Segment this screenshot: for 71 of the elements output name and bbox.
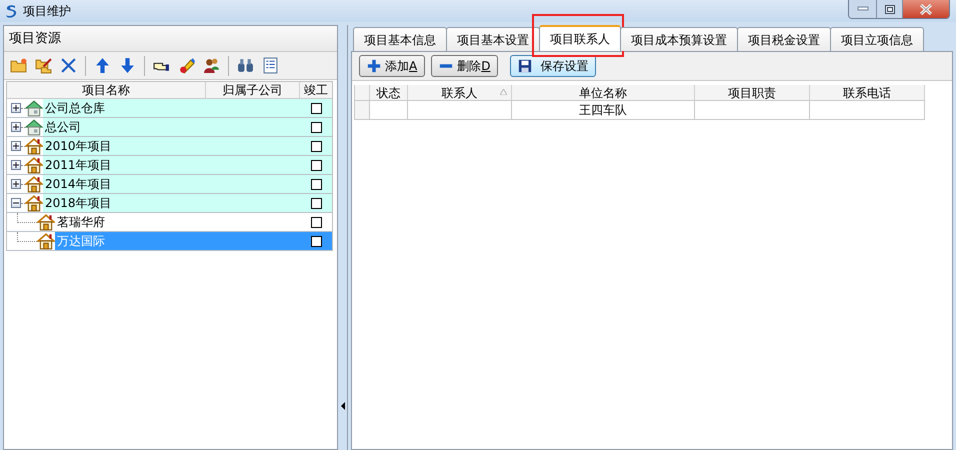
tree-item[interactable]: 2014年项目 xyxy=(43,175,206,193)
checkbox[interactable] xyxy=(310,198,322,208)
tree-item[interactable]: 2010年项目 xyxy=(43,137,206,155)
save-button[interactable]: 保存设置 xyxy=(510,55,596,77)
house-icon xyxy=(37,213,55,231)
tab[interactable]: 项目成本预算设置 xyxy=(620,27,738,51)
checkbox[interactable] xyxy=(310,122,322,132)
plus-icon xyxy=(13,162,19,168)
expand-toggle[interactable] xyxy=(11,179,21,189)
list-icon[interactable] xyxy=(262,57,279,74)
column-header: 联系人 xyxy=(442,86,478,100)
add-button[interactable]: 添加A xyxy=(359,55,426,77)
minimize-icon xyxy=(856,6,868,12)
checkbox[interactable] xyxy=(310,102,322,114)
pencil-icon[interactable] xyxy=(178,57,195,74)
close-button[interactable] xyxy=(903,0,949,18)
house-icon xyxy=(25,175,43,193)
plus-icon xyxy=(13,105,19,111)
column-header: 联系电话 xyxy=(843,86,891,100)
expand-toggle[interactable] xyxy=(11,103,21,113)
app-logo-icon xyxy=(3,3,19,19)
column-header: 状态 xyxy=(376,86,400,100)
tree-item[interactable]: 公司总仓库 xyxy=(43,99,206,117)
plus-icon xyxy=(13,143,19,149)
checkbox[interactable] xyxy=(310,160,322,170)
plus-icon xyxy=(13,124,19,130)
checkbox[interactable] xyxy=(310,236,322,246)
column-header: 单位名称 xyxy=(579,86,627,100)
column-header: 归属子公司 xyxy=(206,82,300,98)
collapse-arrow-icon[interactable] xyxy=(340,402,344,410)
sort-icon xyxy=(500,89,507,95)
house-icon xyxy=(25,194,43,212)
binoculars-icon[interactable] xyxy=(237,57,254,74)
minus-icon xyxy=(13,200,19,206)
window-title: 项目维护 xyxy=(23,3,71,20)
tree-item[interactable]: 总公司 xyxy=(43,118,206,136)
house-icon xyxy=(25,118,43,136)
column-header: 竣工 xyxy=(303,82,330,98)
remove-button[interactable]: 删除D xyxy=(431,55,498,77)
expand-toggle[interactable] xyxy=(11,122,21,132)
house-icon xyxy=(37,232,55,250)
collapse-toggle[interactable] xyxy=(11,198,21,208)
tab[interactable]: 项目联系人 xyxy=(539,25,621,51)
checkbox[interactable] xyxy=(310,140,322,152)
house-icon xyxy=(25,156,43,174)
maximize-button[interactable] xyxy=(877,0,903,18)
expand-toggle[interactable] xyxy=(11,141,21,151)
checkbox[interactable] xyxy=(310,216,322,228)
house-icon xyxy=(25,137,43,155)
plus-icon xyxy=(367,59,381,73)
plus-icon xyxy=(13,181,19,187)
column-header: 项目名称 xyxy=(7,82,206,98)
tree-item[interactable]: 2011年项目 xyxy=(43,156,206,174)
delete-icon[interactable] xyxy=(60,57,77,74)
expand-toggle[interactable] xyxy=(11,160,21,170)
new-folder-icon[interactable] xyxy=(10,57,27,74)
tab[interactable]: 项目立项信息 xyxy=(830,27,924,51)
close-icon xyxy=(919,4,933,14)
panel-title: 项目资源 xyxy=(9,30,61,48)
tab[interactable]: 项目税金设置 xyxy=(737,27,831,51)
tab[interactable]: 项目基本设置 xyxy=(446,27,540,51)
down-arrow-icon[interactable] xyxy=(119,57,136,74)
folder-edit-icon[interactable] xyxy=(35,57,52,74)
checkbox[interactable] xyxy=(310,178,322,190)
tab[interactable]: 项目基本信息 xyxy=(353,27,447,51)
people-icon[interactable] xyxy=(203,57,220,74)
up-arrow-icon[interactable] xyxy=(94,57,111,74)
table-cell: 王四车队 xyxy=(579,103,627,117)
tree-item[interactable]: 2018年项目 xyxy=(43,194,206,212)
maximize-icon xyxy=(884,4,894,14)
column-header: 项目职责 xyxy=(728,86,776,100)
